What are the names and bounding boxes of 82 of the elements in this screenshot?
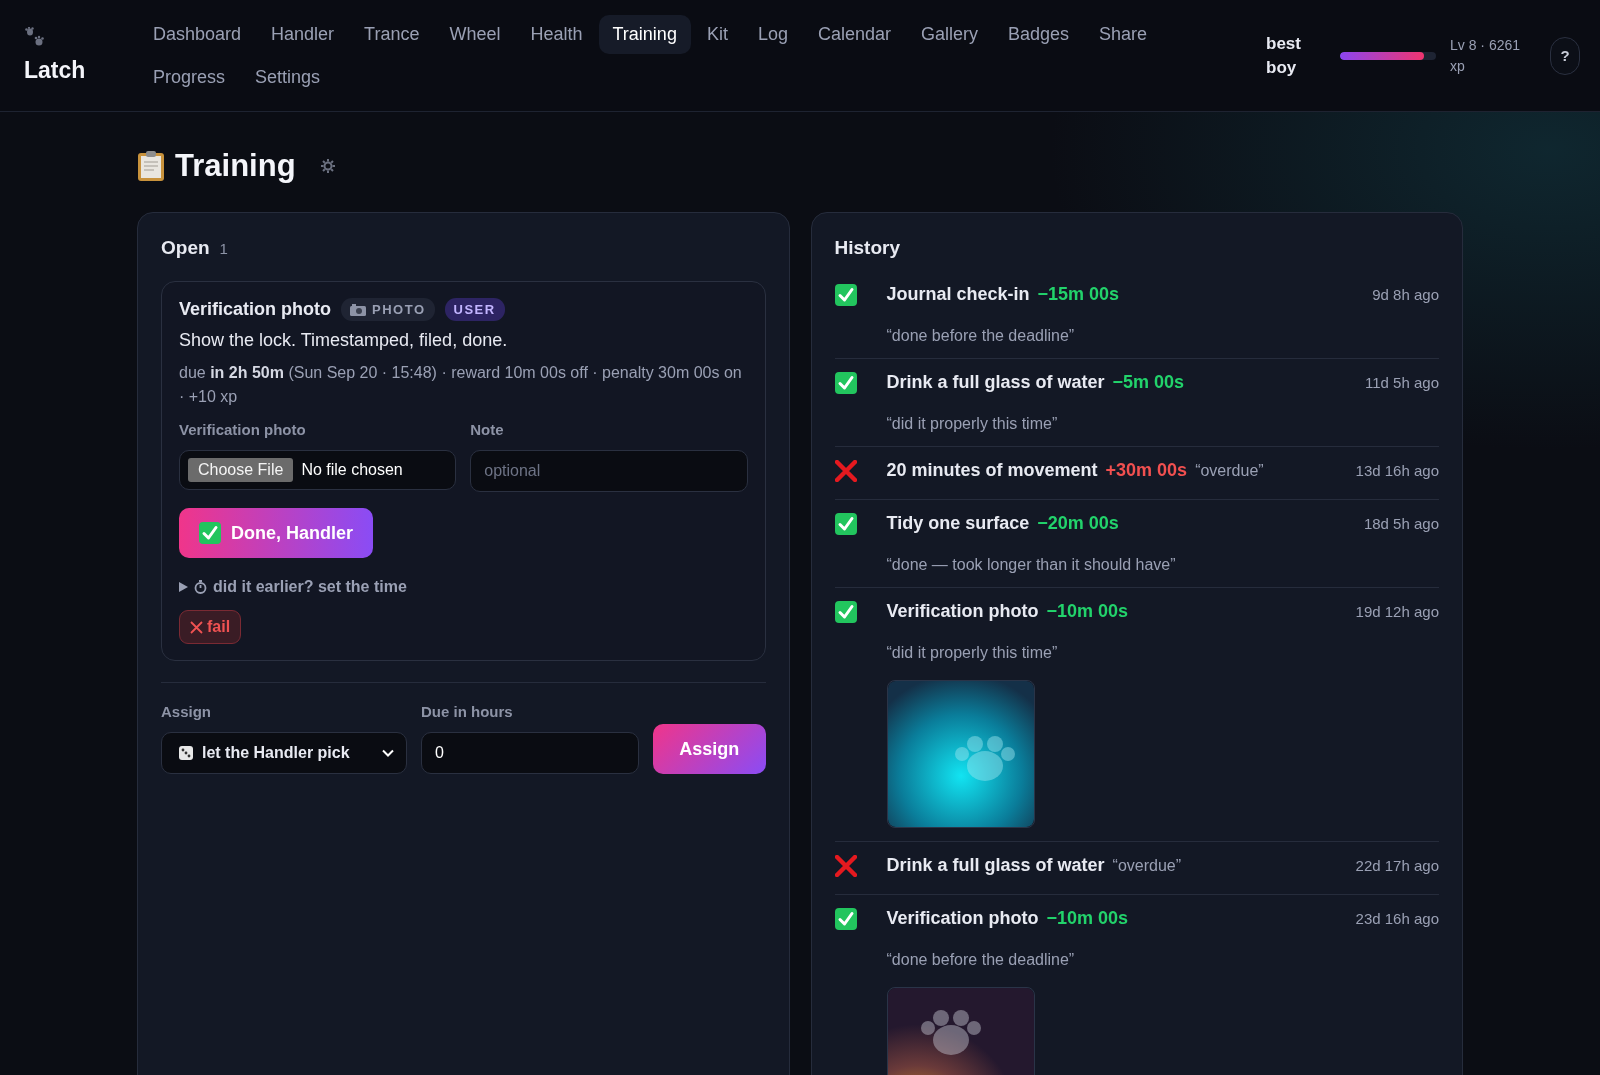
history-note: “done before the deadline”	[886, 327, 1076, 345]
history-title: Drink a full glass of water	[886, 372, 1105, 393]
app-logo-text: Latch	[24, 57, 87, 84]
history-time: 11d 5h ago	[1365, 373, 1439, 393]
time-change: −5m 00s	[1112, 372, 1185, 393]
chevron-down-icon	[382, 749, 394, 757]
settings-icon[interactable]	[319, 158, 336, 174]
history-title: Verification photo	[886, 908, 1039, 929]
field-label: Assign	[161, 703, 212, 720]
stopwatch-icon	[194, 580, 207, 594]
history-title: Tidy one surface	[886, 513, 1030, 534]
field-label: Verification photo	[179, 421, 307, 438]
time-change: −15m 00s	[1037, 284, 1120, 305]
source-badge: USER	[444, 298, 505, 321]
task-details: due in 2h 50m (Sun Sep 20 · 15:48) · reward 10m 00s off · penalty 30m 00s on · +10 xp	[179, 363, 743, 407]
nav-tab[interactable]: Share	[1085, 14, 1162, 54]
type-badge: PHOTO	[341, 298, 435, 321]
clipboard-icon	[137, 150, 165, 182]
task-count: 1	[219, 240, 228, 257]
assign-button[interactable]: Assign	[653, 724, 766, 774]
check-icon	[834, 601, 857, 623]
nav-tab[interactable]: Trance	[350, 14, 434, 54]
nav-tab[interactable]: Calendar	[803, 14, 905, 54]
fail-button[interactable]: fail	[179, 610, 242, 644]
time-change: −20m 00s	[1037, 513, 1119, 534]
cross-icon	[834, 855, 857, 877]
nav-tab[interactable]: Kit	[692, 14, 742, 54]
nav-tab[interactable]: Wheel	[435, 14, 515, 54]
field-label: Note	[470, 421, 505, 438]
history-title: Journal check-in	[886, 284, 1030, 305]
nav-tab[interactable]: Dashboard	[139, 14, 256, 54]
page-title: Training	[175, 148, 296, 184]
history-note: “did it properly this time”	[886, 644, 1059, 662]
task-description: Show the lock. Timestamped, filed, done.	[179, 330, 509, 351]
time-change: +30m 00s	[1105, 460, 1188, 481]
history-time: 9d 8h ago	[1372, 285, 1439, 305]
nav-tab[interactable]: Training	[598, 14, 691, 54]
note-field[interactable]: optional	[470, 450, 748, 492]
cross-icon	[834, 460, 857, 482]
xp-text: Lv 8 · 6261 xp	[1450, 35, 1522, 76]
help-button[interactable]: ?	[1550, 36, 1580, 75]
camera-icon	[350, 303, 366, 316]
history-time: 19d 12h ago	[1355, 602, 1439, 622]
check-icon	[199, 522, 221, 544]
nav-tab[interactable]: Settings	[241, 57, 335, 97]
time-change: −10m 00s	[1046, 908, 1129, 929]
file-field[interactable]: Choose File No file chosen	[179, 450, 457, 490]
card-title: Open	[161, 237, 210, 259]
card-title: History	[834, 237, 900, 259]
history-note: “done — took longer than it should have”	[886, 556, 1177, 574]
nav-tab[interactable]: Badges	[994, 14, 1084, 54]
history-note: “overdue”	[1195, 462, 1264, 480]
caret-icon	[179, 582, 188, 592]
history-time: 22d 17h ago	[1355, 856, 1439, 876]
time-change: −10m 00s	[1046, 601, 1129, 622]
history-time: 23d 16h ago	[1355, 909, 1439, 929]
history-note: “done before the deadline”	[886, 951, 1076, 969]
cross-icon	[190, 620, 203, 634]
check-icon	[834, 908, 857, 930]
done-button[interactable]: Done, Handler	[179, 508, 374, 558]
hours-field[interactable]: 0	[421, 732, 639, 774]
history-note: “did it properly this time”	[886, 415, 1059, 433]
task-title: Verification photo	[179, 299, 331, 320]
history-time: 18d 5h ago	[1363, 514, 1439, 534]
nav-tab[interactable]: Gallery	[907, 14, 993, 54]
nav-tab[interactable]: Health	[516, 14, 597, 54]
check-icon	[834, 513, 857, 535]
field-label: Due in hours	[421, 703, 514, 720]
history-title: 20 minutes of movement	[886, 460, 1098, 481]
history-time: 13d 16h ago	[1355, 461, 1439, 481]
nav-tab[interactable]: Progress	[139, 57, 240, 97]
nav-tab[interactable]: Handler	[257, 14, 349, 54]
check-icon	[834, 284, 857, 306]
check-icon	[834, 372, 857, 394]
set-time-toggle[interactable]: did it earlier? set the time	[179, 578, 407, 596]
nav-tab[interactable]: Log	[743, 14, 802, 54]
history-title: Verification photo	[886, 601, 1039, 622]
history-note: “overdue”	[1112, 857, 1182, 875]
user-name: best boy	[1266, 32, 1302, 79]
history-title: Drink a full glass of water	[886, 855, 1105, 876]
dice-icon	[178, 745, 194, 761]
task-select[interactable]: let the Handler pick	[161, 732, 407, 774]
